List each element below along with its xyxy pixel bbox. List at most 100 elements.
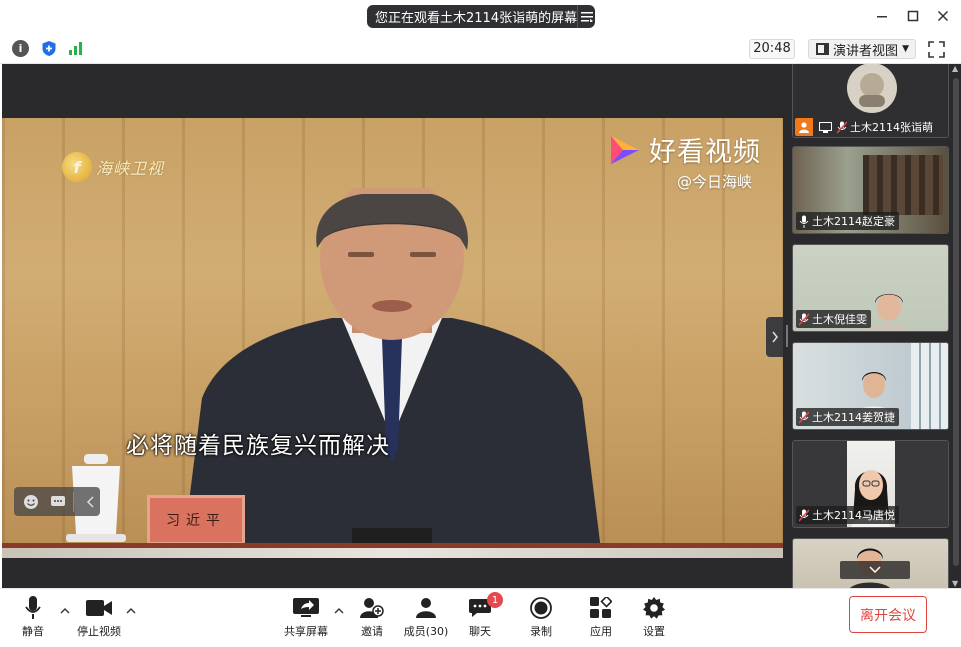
participant-name: 土木2114张诣萌 — [850, 121, 933, 134]
participant-tile[interactable] — [792, 538, 949, 588]
shield-icon[interactable] — [40, 40, 57, 57]
participant-label: 土木2114马唐悦 — [796, 506, 899, 524]
participant-name: 土木2114姜贺捷 — [812, 411, 895, 424]
view-mode-button[interactable]: 演讲者视图 ▼ — [808, 39, 916, 59]
play-logo-icon — [611, 135, 639, 164]
invite-button[interactable]: 邀请 — [360, 595, 384, 643]
video-options-caret[interactable] — [126, 607, 136, 615]
members-label: 成员(30) — [403, 625, 449, 638]
invite-user-icon — [360, 595, 384, 621]
record-icon — [530, 595, 552, 621]
channel-logo-icon: f — [62, 152, 92, 182]
leave-meeting-button[interactable]: 离开会议 — [849, 596, 927, 633]
info-icon[interactable]: i — [12, 40, 29, 57]
watermark-brand: 好看视频 — [649, 137, 761, 168]
share-options-caret[interactable] — [334, 607, 344, 615]
participant-label: 土木2114张诣萌 — [795, 118, 937, 136]
reaction-bar-divider — [72, 491, 74, 512]
members-button[interactable]: 成员(30) — [403, 595, 449, 643]
record-button[interactable]: 录制 — [528, 595, 554, 643]
members-icon — [415, 595, 437, 621]
participant-figure — [868, 293, 910, 331]
mic-muted-icon — [799, 312, 809, 326]
apps-button[interactable]: 应用 — [588, 595, 614, 643]
emoji-icon[interactable] — [22, 492, 40, 512]
speaker-figure — [182, 188, 602, 558]
avatar — [847, 64, 897, 113]
participant-panel: 土木2114张诣萌 土木2114赵定豪 土木倪佳雯 土木2114姜贺捷 土木21… — [790, 64, 951, 588]
speaker-view-icon — [816, 43, 829, 55]
scroll-up-icon[interactable]: ▲ — [952, 64, 958, 73]
screen-share-icon — [816, 118, 834, 136]
maximize-icon[interactable] — [905, 8, 921, 24]
participant-tile[interactable]: 土木2114张诣萌 — [792, 64, 949, 138]
fullscreen-icon[interactable] — [928, 41, 945, 58]
chat-button[interactable]: 1 聊天 — [467, 592, 503, 643]
mic-muted-icon — [799, 410, 809, 424]
minimize-icon[interactable] — [874, 8, 890, 24]
panel-scrollbar[interactable]: ▲ ▼ — [951, 64, 961, 588]
video-camera-icon — [86, 595, 112, 621]
bookshelf — [863, 155, 943, 215]
mic-muted-icon — [799, 508, 809, 522]
participant-tile[interactable]: 土木2114姜贺捷 — [792, 342, 949, 430]
view-mode-label: 演讲者视图 — [833, 43, 899, 59]
table-cloth — [2, 548, 783, 558]
share-screen-label: 共享屏幕 — [284, 625, 328, 638]
chat-label: 聊天 — [469, 625, 491, 638]
shared-screen-stage[interactable]: f 海峡卫视 好看视频 @今日海峡 习近平 必将随着民族复兴而解决 — [2, 64, 783, 588]
share-banner[interactable]: 您正在观看土木2114张诣萌的屏幕 — [367, 5, 595, 28]
participant-tile[interactable]: 土木2114马唐悦 — [792, 440, 949, 528]
settings-button[interactable]: 设置 — [641, 595, 667, 643]
scroll-more-button[interactable] — [840, 561, 910, 579]
channel-logo-text: 海峡卫视 — [96, 159, 165, 178]
participant-label: 土木2114姜贺捷 — [796, 408, 899, 426]
mute-button[interactable]: 静音 — [20, 595, 46, 643]
close-icon[interactable] — [935, 8, 951, 24]
participant-name: 土木2114马唐悦 — [812, 509, 895, 522]
comment-icon[interactable] — [48, 492, 66, 512]
share-screen-icon — [293, 595, 319, 621]
chevron-left-icon[interactable] — [82, 492, 100, 512]
chevron-down-icon — [869, 566, 881, 574]
participant-label: 土木倪佳雯 — [796, 310, 871, 328]
channel-logo: f 海峡卫视 — [62, 152, 164, 182]
host-icon — [795, 118, 813, 136]
reaction-bar — [14, 487, 100, 516]
title-bar: 您正在观看土木2114张诣萌的屏幕 — [0, 0, 961, 34]
settings-label: 设置 — [643, 625, 665, 638]
microphone-icon — [25, 595, 41, 621]
apps-icon — [590, 595, 612, 621]
collapse-panel-button[interactable] — [766, 317, 783, 357]
record-label: 录制 — [530, 625, 552, 638]
mic-muted-icon — [837, 120, 847, 134]
resize-grip[interactable] — [786, 325, 788, 347]
mic-icon — [799, 215, 809, 228]
window-frame — [911, 343, 948, 429]
participant-label: 土木2114赵定豪 — [796, 212, 899, 230]
list-menu-icon[interactable] — [577, 5, 595, 28]
share-screen-button[interactable]: 共享屏幕 — [282, 595, 330, 643]
stop-video-button[interactable]: 停止视频 — [74, 595, 124, 643]
gear-icon — [643, 595, 665, 621]
signal-icon[interactable] — [67, 40, 84, 57]
chat-unread-badge: 1 — [487, 592, 503, 608]
watermark: 好看视频 @今日海峡 — [607, 130, 761, 192]
info-bar: i 20:48 演讲者视图 ▼ — [0, 34, 961, 64]
participant-tile[interactable]: 土木倪佳雯 — [792, 244, 949, 332]
meeting-clock: 20:48 — [749, 39, 795, 59]
chevron-right-icon — [771, 331, 778, 343]
scroll-down-icon[interactable]: ▼ — [952, 579, 958, 588]
participant-tile[interactable]: 土木2114赵定豪 — [792, 146, 949, 234]
nameplate: 习近平 — [147, 495, 245, 545]
shared-video: f 海峡卫视 好看视频 @今日海峡 习近平 必将随着民族复兴而解决 — [2, 118, 783, 558]
watermark-handle: @今日海峡 — [677, 173, 753, 191]
caret-down-icon: ▼ — [902, 44, 909, 54]
audio-options-caret[interactable] — [60, 607, 70, 615]
share-banner-text: 您正在观看土木2114张诣萌的屏幕 — [375, 11, 578, 26]
scrollbar-thumb[interactable] — [953, 78, 959, 566]
invite-label: 邀请 — [361, 625, 383, 638]
video-subtitle: 必将随着民族复兴而解决 — [126, 433, 390, 459]
bottom-toolbar: 静音 停止视频 共享屏幕 邀请 成员(30) 1 聊天 录制 应用 设置 离开会… — [0, 588, 961, 647]
mute-label: 静音 — [22, 625, 44, 638]
